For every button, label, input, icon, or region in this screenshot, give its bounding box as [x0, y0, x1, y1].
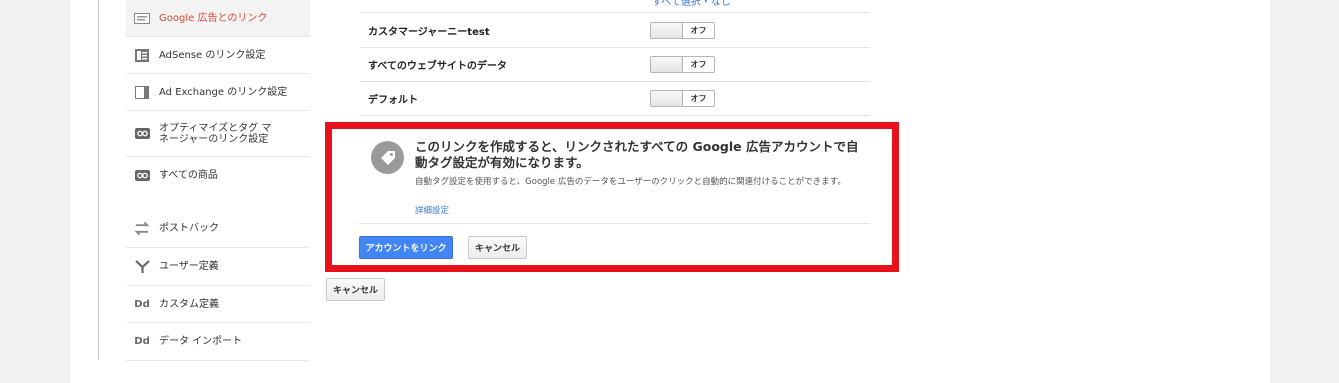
property-name: カスタマージャーニーtest: [368, 27, 490, 38]
table-row: デフォルト オフ: [360, 82, 870, 116]
ad-exchange-icon: [134, 85, 150, 99]
sidebar-item-ad-exchange[interactable]: Ad Exchange のリンク設定: [126, 74, 310, 111]
sidebar-item-label: カスタム定義: [159, 298, 219, 310]
table-row: カスタマージャーニーtest オフ: [360, 14, 870, 48]
callout-cancel-button[interactable]: キャンセル: [468, 236, 527, 259]
dd-icon: Dd: [134, 298, 150, 310]
sidebar-item-label: すべての商品: [159, 170, 218, 181]
dd-icon: Dd: [134, 336, 150, 347]
sidebar-item-label: AdSense のリンク設定: [159, 49, 266, 61]
toggle-knob: [651, 23, 683, 38]
sidebar-item-label: ユーザー定義: [159, 261, 219, 272]
toggle-knob: [651, 91, 683, 106]
divider: [98, 0, 99, 360]
learn-more-link[interactable]: 詳細設定: [415, 204, 449, 216]
sidebar-item-label: ポストバック: [159, 223, 219, 234]
postback-icon: [134, 221, 150, 236]
tag-icon: [371, 141, 404, 174]
ad-banner-icon: [134, 12, 150, 25]
property-toggle[interactable]: オフ: [650, 90, 715, 107]
property-toggle[interactable]: オフ: [650, 22, 715, 39]
sidebar-item-adsense[interactable]: AdSense のリンク設定: [126, 37, 310, 74]
user-definition-icon: [134, 259, 150, 273]
sidebar-item-user-definition[interactable]: ユーザー定義: [126, 248, 310, 286]
sidebar-item-all-products[interactable]: すべての商品: [126, 157, 310, 194]
sidebar-item-label: Ad Exchange のリンク設定: [159, 86, 288, 98]
sidebar-item-postback[interactable]: ポストバック: [126, 210, 310, 248]
property-toggle[interactable]: オフ: [650, 56, 715, 73]
adsense-icon: [134, 48, 150, 62]
sidebar-item-optimize-tag-manager[interactable]: オプティマイズとタグ マネージャーのリンク設定: [126, 111, 310, 157]
sidebar-item-google-ads-link[interactable]: Google 広告とのリンク: [126, 0, 310, 37]
callout-description: 自動タグ設定を使用すると、Google 広告のデータをユーザーのクリックと自動的…: [415, 177, 846, 187]
sidebar-item-label: Google 広告とのリンク: [159, 12, 268, 24]
cancel-button[interactable]: キャンセル: [326, 278, 385, 301]
sidebar-item-data-import[interactable]: Dd データ インポート: [126, 323, 310, 361]
link-account-button[interactable]: アカウントをリンク: [359, 236, 453, 259]
sidebar-item-label: オプティマイズとタグ マネージャーのリンク設定: [159, 122, 272, 145]
divider: [359, 223, 870, 224]
callout-title: このリンクを作成すると、リンクされたすべての Google 広告アカウントで自動…: [415, 139, 859, 170]
sidebar-item-custom-definition[interactable]: Dd カスタム定義: [126, 286, 310, 323]
toggle-state: オフ: [690, 26, 707, 35]
table-row: [360, 0, 870, 13]
property-name: デフォルト: [368, 95, 418, 106]
toggle-state: オフ: [690, 94, 707, 103]
link-icon: [134, 169, 150, 182]
toggle-state: オフ: [690, 60, 707, 69]
sidebar-item-label: データ インポート: [159, 336, 243, 347]
table-row: すべてのウェブサイトのデータ オフ: [360, 48, 870, 82]
property-name: すべてのウェブサイトのデータ: [368, 61, 507, 72]
toggle-knob: [651, 57, 683, 72]
link-icon: [134, 127, 150, 140]
